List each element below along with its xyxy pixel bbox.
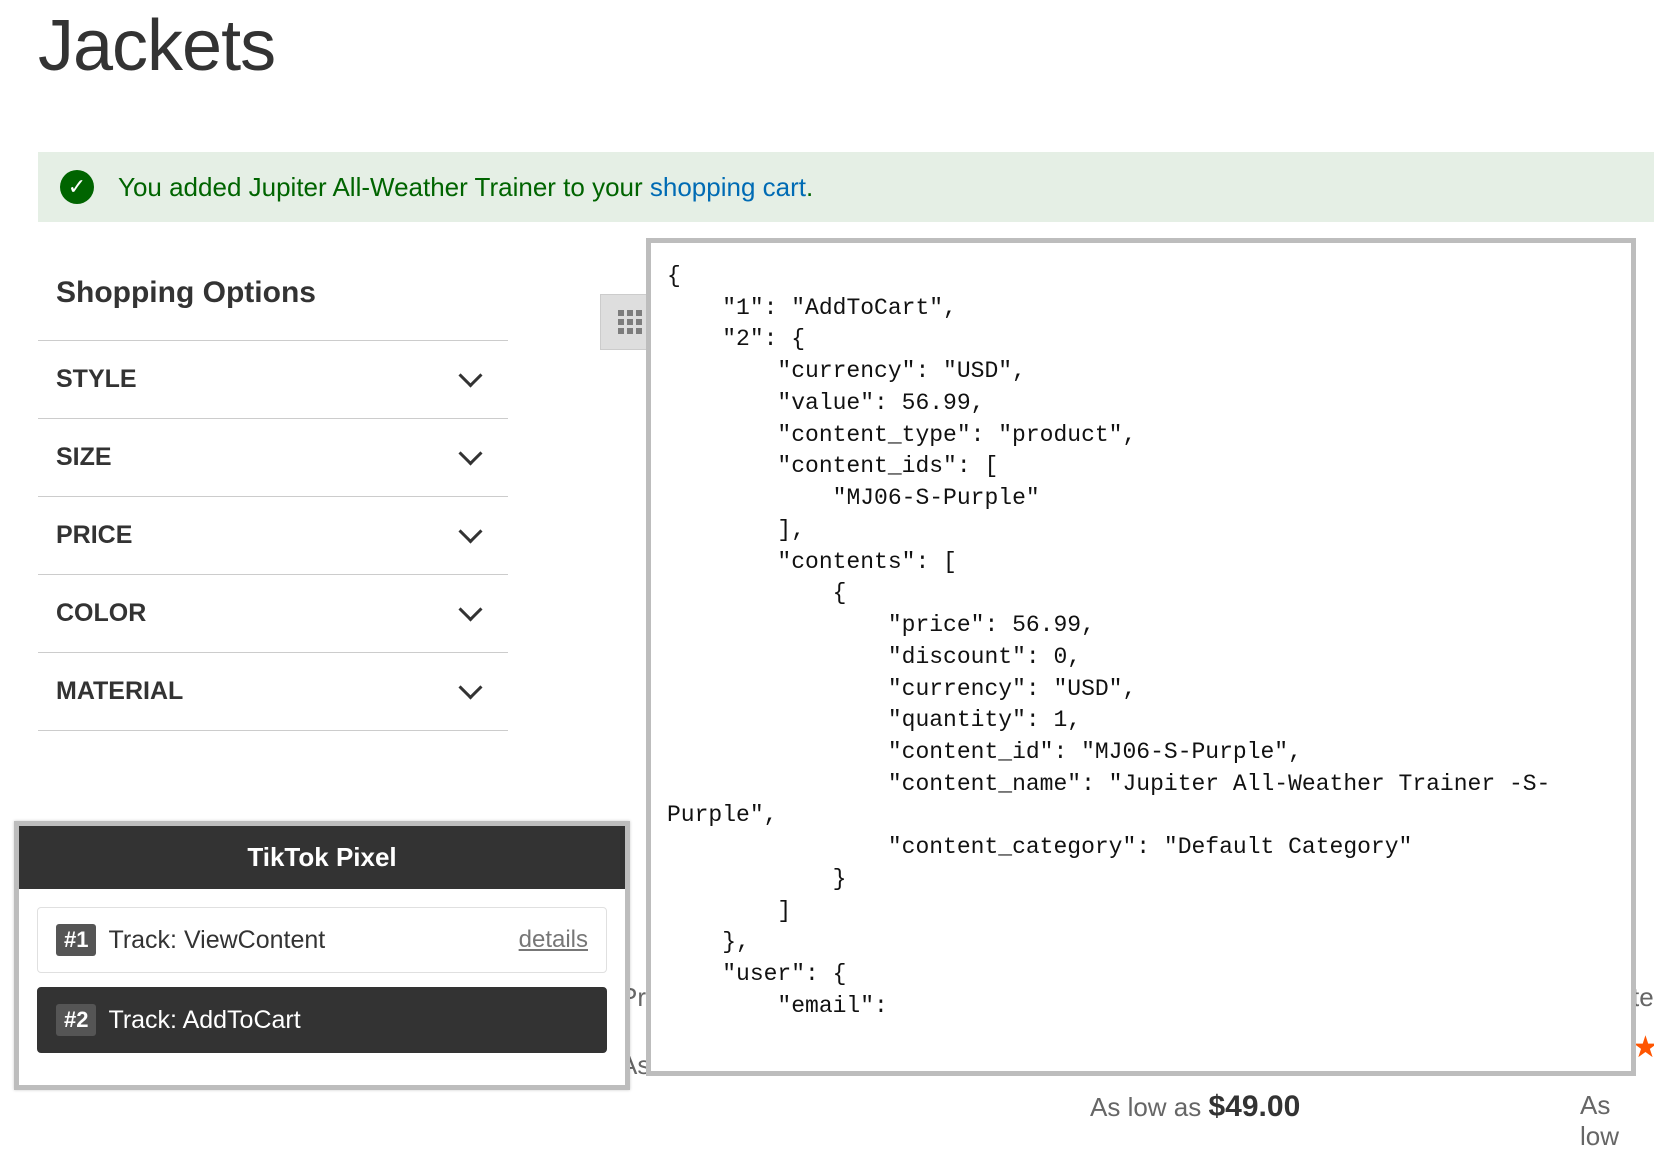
check-icon: ✓ bbox=[60, 170, 94, 204]
event-json-code: { "1": "AddToCart", "2": { "currency": "… bbox=[665, 257, 1617, 1027]
filter-label: COLOR bbox=[56, 599, 146, 628]
filter-price[interactable]: PRICE bbox=[38, 496, 508, 574]
chevron-down-icon bbox=[460, 681, 482, 703]
chevron-down-icon bbox=[460, 369, 482, 391]
filter-material[interactable]: MATERIAL bbox=[38, 652, 508, 731]
filter-color[interactable]: COLOR bbox=[38, 574, 508, 652]
pixel-details-link[interactable]: details bbox=[519, 926, 588, 954]
as-low-as-label: As low as $49.00 bbox=[1090, 1090, 1300, 1124]
pixel-event-number: #1 bbox=[56, 924, 96, 956]
code-scroll-area[interactable]: { "1": "AddToCart", "2": { "currency": "… bbox=[665, 257, 1617, 1057]
grid-icon bbox=[618, 310, 642, 334]
price-prefix: As low as bbox=[1090, 1092, 1201, 1122]
success-prefix: You added Jupiter All-Weather Trainer to… bbox=[118, 172, 650, 202]
success-text: You added Jupiter All-Weather Trainer to… bbox=[118, 172, 813, 203]
pixel-event-number: #2 bbox=[56, 1004, 96, 1036]
filter-size[interactable]: SIZE bbox=[38, 418, 508, 496]
page-title: Jackets bbox=[0, 10, 1654, 82]
filter-label: MATERIAL bbox=[56, 677, 183, 706]
shopping-options-sidebar: Shopping Options STYLE SIZE PRICE COLOR … bbox=[38, 262, 508, 731]
pixel-event-label: Track: AddToCart bbox=[108, 1006, 588, 1035]
pixel-event-detail-panel: { "1": "AddToCart", "2": { "currency": "… bbox=[646, 238, 1636, 1076]
pixel-event-label: Track: ViewContent bbox=[108, 926, 518, 955]
chevron-down-icon bbox=[460, 525, 482, 547]
filter-label: PRICE bbox=[56, 521, 132, 550]
pixel-panel-title: TikTok Pixel bbox=[19, 826, 625, 889]
filter-style[interactable]: STYLE bbox=[38, 340, 508, 418]
success-banner: ✓ You added Jupiter All-Weather Trainer … bbox=[38, 152, 1654, 222]
chevron-down-icon bbox=[460, 447, 482, 469]
shopping-cart-link[interactable]: shopping cart bbox=[650, 172, 806, 202]
success-suffix: . bbox=[806, 172, 813, 202]
tiktok-pixel-panel: TikTok Pixel #1 Track: ViewContent detai… bbox=[14, 821, 630, 1090]
filter-label: SIZE bbox=[56, 443, 112, 472]
sidebar-title: Shopping Options bbox=[38, 262, 508, 340]
price-value: $49.00 bbox=[1209, 1090, 1301, 1123]
filter-label: STYLE bbox=[56, 365, 137, 394]
chevron-down-icon bbox=[460, 603, 482, 625]
pixel-event-viewcontent[interactable]: #1 Track: ViewContent details bbox=[37, 907, 607, 973]
behind-fragment: As low bbox=[1580, 1090, 1654, 1152]
pixel-event-addtocart[interactable]: #2 Track: AddToCart bbox=[37, 987, 607, 1053]
